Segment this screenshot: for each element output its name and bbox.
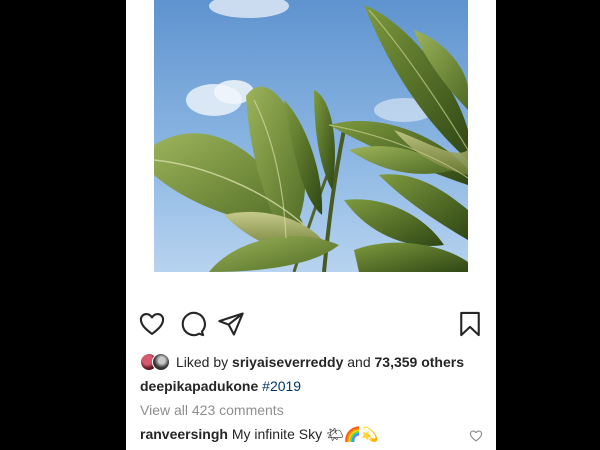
liked-by-prefix: Liked by [176,354,229,370]
bookmark-icon [460,311,480,337]
comment-button[interactable] [178,310,208,340]
author-username-link[interactable]: deepikapadukone [140,378,258,394]
heart-icon [139,313,165,335]
comment-like-button[interactable] [469,429,483,443]
heart-icon [469,430,483,442]
post-caption: deepikapadukone #2019 [140,378,301,394]
likes-summary: Liked by sriyaiseverreddy and 73,359 oth… [140,352,464,372]
liked-by-and: and [347,354,371,370]
comment-text: My infinite Sky [231,426,323,442]
share-button[interactable] [217,310,247,340]
paper-plane-icon [218,312,244,336]
post-card: Liked by sriyaiseverreddy and 73,359 oth… [126,0,496,450]
liked-by-others-link[interactable]: 73,359 others [375,354,465,370]
comment-item: ranveersingh My infinite Sky 🌤🌈💫 [140,426,379,443]
post-image[interactable] [154,0,468,272]
liked-by-user-link[interactable]: sriyaiseverreddy [232,354,343,370]
like-button[interactable] [138,310,168,340]
sky-leaves-photo [154,0,468,272]
avatar[interactable] [152,353,170,371]
comment-bubble-icon [181,311,206,337]
view-all-comments-link[interactable]: View all 423 comments [140,402,284,418]
action-bar [126,310,496,342]
liker-avatars [140,353,172,371]
save-button[interactable] [456,310,486,340]
hashtag-link[interactable]: #2019 [262,378,301,394]
comment-emojis: 🌤🌈💫 [325,427,379,443]
commenter-username-link[interactable]: ranveersingh [140,426,228,442]
